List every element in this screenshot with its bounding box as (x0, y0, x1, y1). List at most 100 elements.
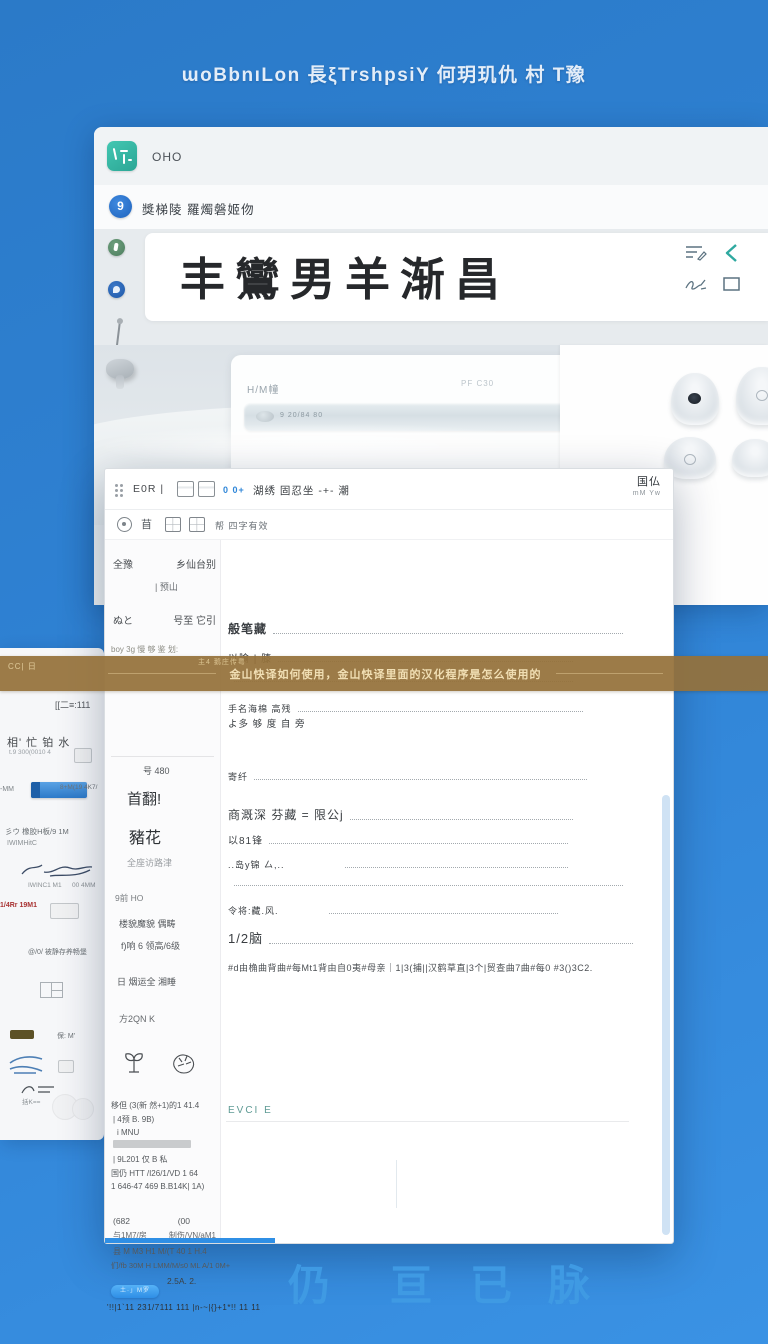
list-edit-icon[interactable] (684, 243, 722, 263)
toolbar-insert-icon[interactable] (165, 517, 181, 532)
screen: ɯoBbnıLon 長ξTrshpsiY 何玥玑仇 村 T豫 OHO 9 獎梯陵… (0, 0, 768, 1344)
hero-section: 丰鸞男羊渐昌 (94, 229, 768, 345)
lw-small-box[interactable] (74, 748, 92, 763)
dotted-line (269, 842, 568, 844)
sidebar-line1: 县 M M3 H1 M/(T 40 1 H.4 (113, 1246, 207, 1257)
dotted-line (269, 942, 633, 944)
app-logo-icon[interactable] (107, 141, 137, 171)
sidebar-amount: 2.5A. 2. (167, 1276, 196, 1286)
form-row: よ多 够 度 自 旁 (228, 716, 473, 730)
dialog-toolbar: 苜 帮 四字有效 (105, 509, 673, 540)
footer-link[interactable]: EVCI E (228, 1105, 273, 1116)
banner-right-line (556, 673, 664, 674)
hero-title: 丰鸞男羊渐昌 (180, 243, 510, 308)
form-label: 令将:藏.风. (228, 904, 279, 917)
form-row: 寄纤 (228, 770, 593, 783)
sidebar-row-1[interactable]: 全豫 乡仙台别 (113, 556, 216, 571)
sidebar-list-item[interactable]: 日 烟运全 湘睡 (117, 975, 176, 988)
signature-icon[interactable] (684, 275, 722, 293)
sidebar-row1-right: 乡仙台别 (176, 556, 216, 571)
sidebar-list-item[interactable]: 楼貌魔貌 偶畴 (119, 917, 176, 930)
lw-dark-badge (10, 1030, 34, 1039)
sidebar-gray-band (113, 1140, 191, 1148)
toolbar-label: 帮 四字有效 (215, 519, 269, 532)
doodle-flower-icon (121, 1050, 147, 1081)
form-row: 般笔藏 (228, 620, 629, 637)
lw-badge-side: 保: M' (57, 1031, 75, 1041)
dotted-line (273, 632, 623, 634)
form-row (228, 884, 629, 889)
titlebar-right-cluster[interactable]: 国仏 mM Yw (633, 477, 661, 499)
scrollbar[interactable] (662, 795, 670, 1235)
doodle-wreath-icon (169, 1050, 199, 1081)
lw-box3[interactable] (58, 1060, 74, 1073)
sidebar-item-large-2[interactable]: 豬花 (129, 824, 161, 848)
sidebar-block-line: i MNU (117, 1128, 139, 1137)
sidebar-divider (111, 756, 214, 757)
lw-sketch (20, 858, 96, 880)
sidebar-primary-button[interactable]: 土·」M罗 (111, 1285, 159, 1298)
form-label: ..岛y锦 厶,.. (228, 858, 285, 871)
hero-icons (684, 243, 762, 293)
sidebar-block-line: 国仍 HTT /I26/1/VD 1 64 (111, 1168, 198, 1179)
caption-banner: CC| 日 主4 鹅庄传粤 金山快译如何使用，金山快译里面的汉化程序是怎么使用的 (0, 656, 768, 691)
banner-edge-text: CC| 日 (8, 661, 37, 672)
sidebar-item-large-1[interactable]: 首翻! (127, 788, 161, 809)
lw-sketch-caption: IWINC1 M1 (28, 882, 62, 889)
form-row: 以81锋 (228, 832, 574, 847)
window-outline-icon[interactable] (722, 275, 760, 293)
form-row: 1/2脑 (228, 928, 639, 947)
toolbar-table-icon[interactable] (189, 517, 205, 532)
sidebar-line2: 们/fb 30M H LMM/M/s0 ML A/1 0M+ (111, 1260, 230, 1271)
sidebar-item-sub[interactable]: 全座访路津 (127, 856, 172, 869)
form-row: 令将:藏.风. (228, 904, 564, 917)
lw-bar-left-text: -MM (0, 786, 14, 793)
dialog-sidebar: 全豫 乡仙台别 | 预山 ぬと 号至 它引 boy 3g 慢 够 鉴 划: 号 … (105, 540, 221, 1243)
sidebar-doodles (121, 1050, 199, 1081)
sidebar-list-item[interactable]: 9前 HO (115, 892, 143, 904)
sidebar-row-2[interactable]: | 预山 (155, 580, 178, 593)
sidebar-columns: (682 (00 (113, 1216, 190, 1226)
dotted-line (298, 710, 583, 712)
titlebar-badge: 0 0+ (223, 485, 245, 495)
toolbar-circle-icon[interactable] (117, 517, 132, 532)
product-thumbnail[interactable] (732, 439, 768, 477)
sidebar-row1-left: 全豫 (113, 556, 133, 571)
left-window: [[二≡:111 相' 忙 铂 水 t.9 300(0010 4 -MM 8+M… (0, 648, 104, 1140)
rail-green-icon[interactable] (108, 239, 125, 256)
lw-box2[interactable] (50, 903, 79, 919)
banner-text: 金山快译如何使用，金山快译里面的汉化程序是怎么使用的 (230, 666, 542, 682)
lw-window-split-icon[interactable] (40, 982, 63, 998)
sidebar-list-item[interactable]: f)响 6 领高/6级 (121, 939, 180, 952)
footer-divider (226, 1121, 629, 1122)
form-row: ..岛y锦 厶,.. (228, 858, 574, 871)
location-pin-icon[interactable]: 9 (109, 195, 132, 218)
sidebar-row-3[interactable]: ぬと 号至 它引 (113, 612, 216, 627)
dialog-form: 般笔藏 以腧 | 膝 手名海棉 高残 よ多 够 度 自 旁 寄纤 商溉深 芬藏 … (220, 540, 673, 1243)
code-bracket-icon[interactable] (722, 243, 760, 263)
footer-glyph: 脉 (548, 1252, 590, 1313)
sidebar-list-item[interactable]: 方2QN K (119, 1012, 155, 1025)
form-label: 手名海棉 高残 (228, 702, 292, 715)
footer-glyph: 仍 (288, 1252, 330, 1313)
form-label: 商溉深 芬藏 = 限公j (228, 806, 344, 823)
titlebar-left-label: E0R | (133, 483, 164, 495)
form-row: 手名海棉 高残 (228, 702, 589, 715)
sidebar-box-label[interactable]: 号 480 (143, 764, 170, 777)
main-window-header: OHO (94, 127, 768, 186)
footer-glyph: 亘 (390, 1252, 432, 1313)
dotted-line (345, 866, 568, 868)
product-thumbnail[interactable] (736, 367, 768, 425)
lw-blue-sketch (8, 1053, 44, 1077)
titlebar-icon-1[interactable] (177, 481, 194, 497)
titlebar-icon-2[interactable] (198, 481, 215, 497)
lw-sketch2 (18, 1081, 58, 1097)
lw-top-block: [[二≡:111 (55, 698, 90, 711)
form-label: 以81锋 (228, 832, 263, 847)
toolbar-glyph[interactable]: 苜 (141, 516, 152, 532)
faint-vertical-line (396, 1160, 397, 1208)
lw-red-text: 1/4Rr 19M1 (0, 902, 37, 909)
rail-blue-icon[interactable] (108, 281, 125, 298)
product-thumbnail[interactable] (671, 373, 719, 425)
drag-handle-icon[interactable] (115, 484, 118, 487)
